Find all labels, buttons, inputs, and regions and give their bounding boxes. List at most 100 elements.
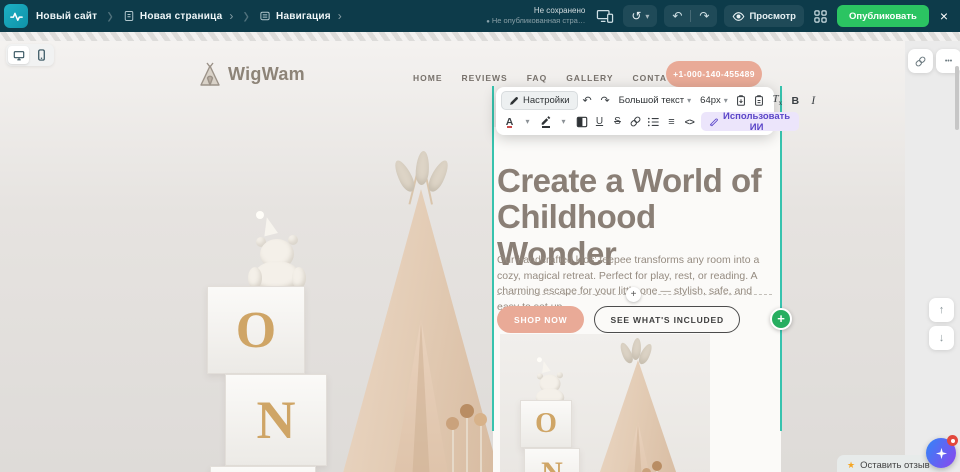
settings-chip[interactable]: Настройки <box>501 91 578 110</box>
underline-button[interactable]: U <box>591 112 608 131</box>
history-button[interactable]: ↺ ▾ <box>623 5 657 27</box>
cta-row: SHOP NOW SEE WHAT'S INCLUDED <box>497 306 740 333</box>
vertical-scrollbar-thumb[interactable] <box>955 66 959 130</box>
italic-button[interactable]: I <box>805 91 822 110</box>
text-color-icon: A <box>506 116 514 128</box>
code-icon: <> <box>685 117 695 127</box>
align-icon: ≡ <box>668 116 674 128</box>
site-logo[interactable]: WigWam <box>198 61 305 87</box>
font-size-dropdown[interactable]: 64px ▾ <box>696 91 732 110</box>
highlight-button[interactable] <box>537 112 554 131</box>
device-preview-toggle <box>6 44 54 66</box>
add-block-button[interactable]: + <box>770 308 792 330</box>
nav-link-reviews[interactable]: REVIEWS <box>462 73 508 83</box>
phone-button[interactable]: +1-000-140-455489 <box>666 61 762 87</box>
teepee-tent <box>332 189 510 472</box>
copy-style-button[interactable] <box>733 91 750 110</box>
arrow-down-icon: ↓ <box>939 332 945 344</box>
builder-logo-icon[interactable] <box>4 4 28 28</box>
breadcrumb-separator-icon: › <box>105 2 115 30</box>
chevron-right-icon: › <box>336 9 342 23</box>
block-divider: + <box>497 294 772 306</box>
redo-button[interactable]: ↷ <box>691 5 717 27</box>
inline-photo[interactable]: O N E <box>500 334 710 472</box>
assistant-chat-button[interactable] <box>926 438 956 468</box>
plus-icon: + <box>631 289 637 300</box>
clear-format-icon: Tx <box>772 93 782 107</box>
arrow-up-icon: ↑ <box>939 304 945 316</box>
text-color-button[interactable]: A <box>501 112 518 131</box>
redo-button[interactable]: ↷ <box>597 91 614 110</box>
move-block-down-button[interactable]: ↓ <box>929 326 954 350</box>
redo-icon: ↷ <box>600 94 609 107</box>
redo-icon: ↷ <box>699 9 709 23</box>
history-icon: ↺ <box>631 10 641 22</box>
preview-button[interactable]: Просмотр <box>724 5 804 27</box>
devices-preview-button[interactable] <box>594 6 616 26</box>
notification-badge <box>947 435 958 446</box>
clear-format-button[interactable]: Tx <box>769 91 786 110</box>
use-ai-button[interactable]: Использовать ИИ <box>701 112 799 131</box>
devices-icon <box>596 8 614 24</box>
caret-down-icon: ▾ <box>687 96 691 105</box>
strikethrough-button[interactable]: S <box>609 112 626 131</box>
bold-button[interactable]: B <box>787 91 804 110</box>
highlight-caret[interactable]: ▾ <box>555 112 572 131</box>
highlighter-icon <box>540 114 552 129</box>
page-icon <box>123 10 135 22</box>
list-button[interactable] <box>645 112 662 131</box>
letter-cube: N <box>524 448 580 472</box>
paste-style-button[interactable] <box>751 91 768 110</box>
save-status: Не сохранено ●Не опубликованная стра… <box>486 6 585 27</box>
page-link-button[interactable] <box>908 49 933 73</box>
publish-button[interactable]: Опубликовать <box>837 5 929 27</box>
breadcrumb-section[interactable]: Навигация › <box>259 9 342 23</box>
undo-redo-group: ↶ ↷ <box>664 5 717 27</box>
letter-cube: N <box>225 374 327 466</box>
move-block-up-button[interactable]: ↑ <box>929 298 954 322</box>
nav-link-faq[interactable]: FAQ <box>527 73 547 83</box>
preview-label: Просмотр <box>749 11 796 22</box>
status-unsaved: Не сохранено <box>486 6 585 16</box>
teddy-bear-illustration <box>532 356 557 385</box>
desktop-view-button[interactable] <box>8 46 29 64</box>
nav-link-gallery[interactable]: GALLERY <box>566 73 613 83</box>
add-element-button[interactable]: + <box>626 287 641 302</box>
fill-color-icon <box>576 116 588 128</box>
breadcrumb-page[interactable]: Новая страница › <box>123 9 233 23</box>
undo-button[interactable]: ↶ <box>579 91 596 110</box>
fill-color-button[interactable] <box>573 112 590 131</box>
leave-feedback-button[interactable]: ★ Оставить отзыв <box>837 455 940 472</box>
close-button[interactable]: × <box>936 8 952 24</box>
site-nav: HOME REVIEWS FAQ GALLERY CONTACTS <box>413 73 687 83</box>
code-button[interactable]: <> <box>681 112 698 131</box>
ellipsis-icon: ••• <box>945 58 952 65</box>
ai-pen-icon <box>709 116 718 127</box>
caret-down-icon: ▾ <box>724 96 728 105</box>
star-icon: ★ <box>847 460 855 471</box>
cube-letter: N <box>257 389 296 451</box>
caret-down-icon: ▾ <box>645 12 649 21</box>
align-button[interactable]: ≡ <box>663 112 680 131</box>
copy-style-icon <box>735 94 747 107</box>
shop-now-button[interactable]: SHOP NOW <box>497 306 584 333</box>
letter-cube: O <box>207 286 305 374</box>
teddy-bear-illustration <box>248 209 318 289</box>
apps-button[interactable] <box>811 7 830 26</box>
navigation-block-icon <box>259 10 271 22</box>
apps-grid-icon <box>813 9 828 24</box>
font-size-value: 64px <box>700 95 721 106</box>
breadcrumb-site-name[interactable]: Новый сайт <box>36 11 97 22</box>
mobile-view-button[interactable] <box>31 46 52 64</box>
nav-link-home[interactable]: HOME <box>413 73 443 83</box>
letter-cube: O <box>520 400 572 448</box>
undo-button[interactable]: ↶ <box>664 5 690 27</box>
settings-label: Настройки <box>523 95 570 106</box>
text-style-dropdown[interactable]: Большой текст ▾ <box>615 91 696 110</box>
cube-letter: O <box>535 408 557 440</box>
status-unpublished: ●Не опубликованная стра… <box>486 16 585 27</box>
text-color-caret[interactable]: ▾ <box>519 112 536 131</box>
whats-included-button[interactable]: SEE WHAT'S INCLUDED <box>594 306 739 333</box>
link-button[interactable] <box>627 112 644 131</box>
text-toolbar: Настройки ↶ ↷ Большой текст ▾ 64px ▾ Tx … <box>496 87 774 135</box>
